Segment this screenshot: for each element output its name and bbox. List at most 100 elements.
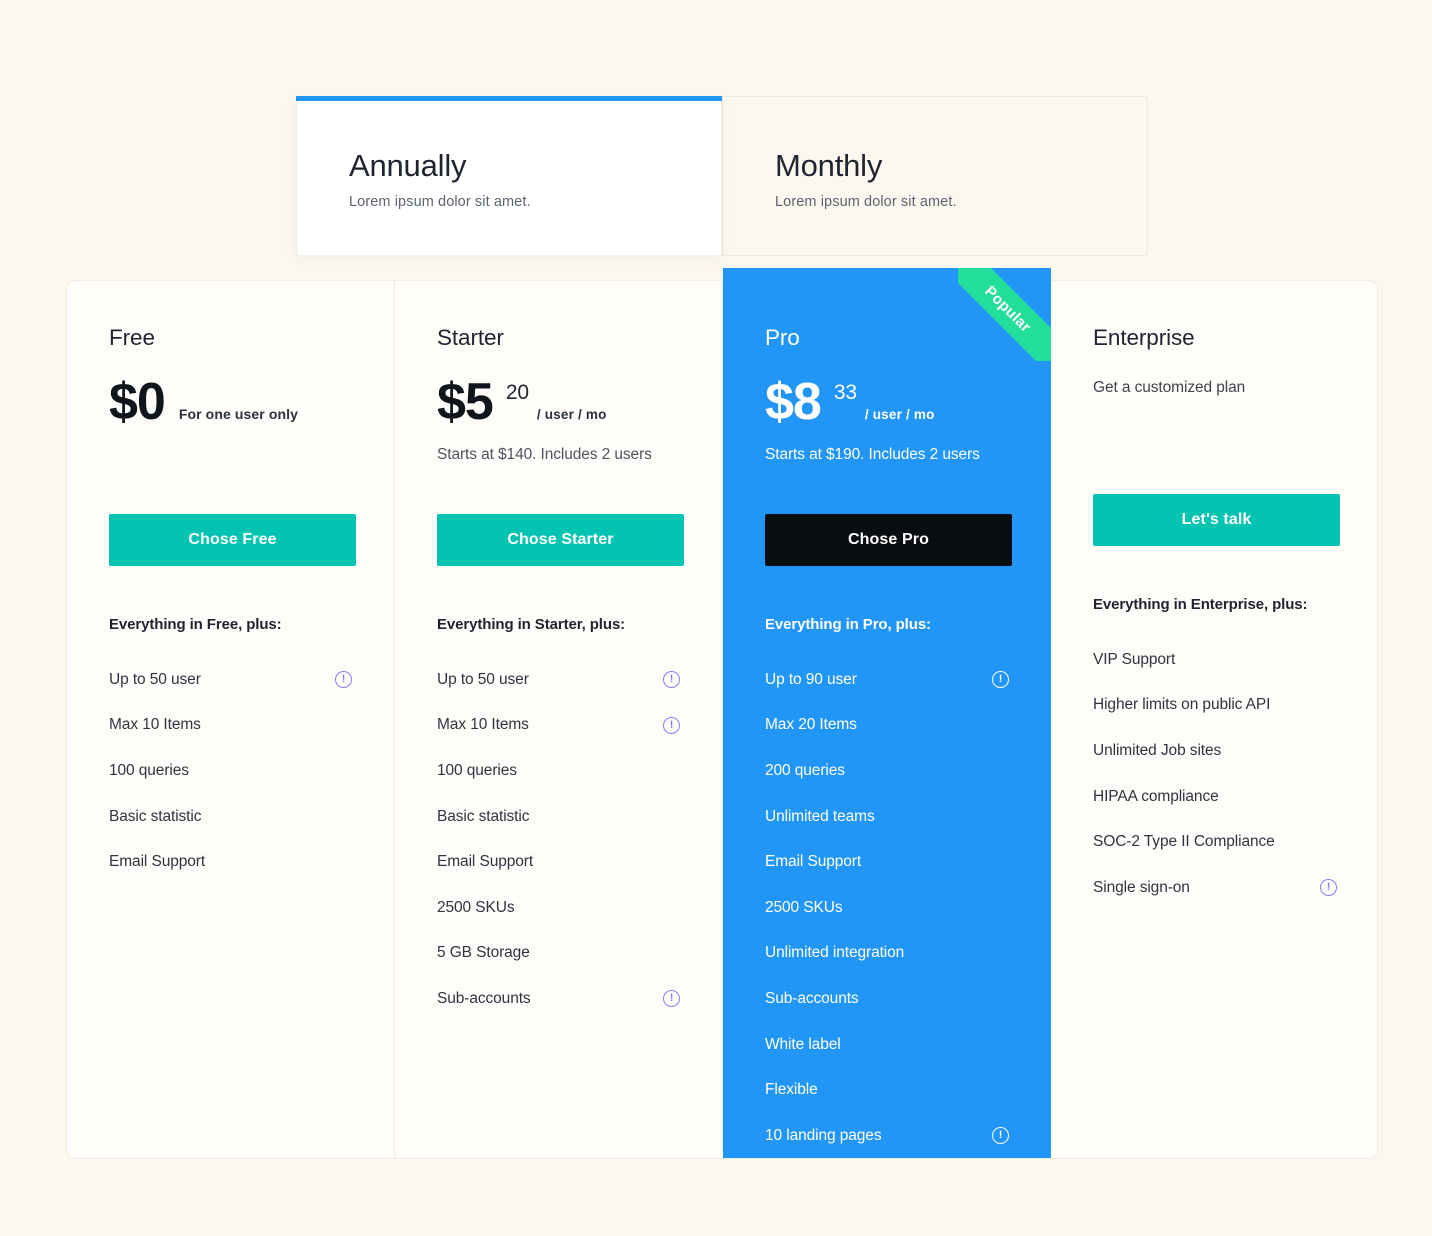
- plan-price: $8 33 / user / mo: [765, 365, 1009, 427]
- feature-item: Unlimited Job sites: [1093, 728, 1337, 774]
- feature-label: 2500 SKUs: [765, 898, 843, 916]
- price-amount: $0: [109, 372, 166, 431]
- feature-label: Sub-accounts: [765, 989, 859, 1007]
- feature-label: SOC-2 Type II Compliance: [1093, 833, 1275, 851]
- feature-list: Up to 90 user ! Max 20 Items 200 queries…: [765, 657, 1009, 1159]
- price-note: For one user only: [178, 406, 299, 422]
- feature-item: Max 10 Items: [109, 703, 352, 749]
- billing-period-tabs: Annually Lorem ipsum dolor sit amet. Mon…: [296, 96, 1148, 256]
- feature-label: Email Support: [437, 853, 534, 871]
- feature-label: 2500 SKUs: [437, 898, 515, 916]
- feature-label: HIPAA compliance: [1093, 787, 1219, 805]
- feature-item: Email Support: [109, 839, 352, 885]
- feature-label: 100 queries: [437, 761, 517, 779]
- feature-item: Max 10 Items !: [437, 703, 680, 749]
- feature-item: Up to 50 user !: [109, 657, 352, 703]
- feature-list: Up to 50 user ! Max 10 Items 100 queries…: [109, 657, 352, 885]
- tab-monthly-title: Monthly: [775, 148, 883, 183]
- plan-card-free: Free $0 For one user only Chose Free Eve…: [67, 281, 395, 1158]
- pricing-page: Annually Lorem ipsum dolor sit amet. Mon…: [0, 0, 1432, 1236]
- feature-item: 10 landing pages !: [765, 1113, 1009, 1159]
- feature-label: VIP Support: [1093, 650, 1176, 668]
- feature-item: Flexible: [765, 1067, 1009, 1113]
- price-unit: / user / mo: [536, 407, 607, 422]
- price-unit: / user / mo: [864, 407, 935, 422]
- feature-item: 2500 SKUs: [765, 885, 1009, 931]
- feature-item: Email Support: [765, 839, 1009, 885]
- feature-label: Single sign-on: [1093, 878, 1190, 896]
- feature-item: Max 20 Items: [765, 703, 1009, 749]
- plan-name: Free: [109, 325, 155, 350]
- feature-label: Up to 50 user: [437, 670, 529, 688]
- feature-item: White label: [765, 1022, 1009, 1068]
- feature-label: White label: [765, 1035, 841, 1053]
- feature-item: 2500 SKUs: [437, 885, 680, 931]
- plan-sub-note: Starts at $190. Includes 2 users: [765, 446, 980, 463]
- feature-label: Email Support: [109, 853, 206, 871]
- feature-item: HIPAA compliance: [1093, 774, 1337, 820]
- info-icon[interactable]: !: [663, 990, 680, 1008]
- choose-plan-button-free[interactable]: Chose Free: [109, 514, 356, 566]
- feature-item: Email Support: [437, 839, 680, 885]
- feature-item: Basic statistic: [437, 794, 680, 840]
- plan-sub-note: [109, 446, 352, 467]
- feature-item: Higher limits on public API: [1093, 683, 1337, 729]
- price-cents: 33: [833, 381, 857, 404]
- feature-label: Basic statistic: [109, 807, 202, 825]
- tab-monthly-subtitle: Lorem ipsum dolor sit amet.: [775, 194, 957, 211]
- tab-annually-title: Annually: [349, 148, 467, 183]
- feature-item: Basic statistic: [109, 794, 352, 840]
- plan-card-enterprise: Enterprise Get a customized plan Let's t…: [1051, 281, 1379, 1158]
- price-amount: $8: [765, 372, 822, 431]
- info-icon[interactable]: !: [992, 671, 1009, 689]
- feature-label: Unlimited integration: [765, 944, 905, 962]
- feature-item: 5 GB Storage: [437, 931, 680, 977]
- info-icon[interactable]: !: [663, 671, 680, 689]
- feature-label: 200 queries: [765, 761, 845, 779]
- choose-plan-button-pro[interactable]: Chose Pro: [765, 514, 1012, 566]
- feature-label: Up to 90 user: [765, 670, 857, 688]
- feature-item: Single sign-on !: [1093, 865, 1337, 911]
- feature-label: Email Support: [765, 853, 862, 871]
- feature-label: Flexible: [765, 1081, 818, 1099]
- plan-price: $0 For one user only: [109, 365, 352, 427]
- feature-label: Up to 50 user: [109, 670, 201, 688]
- feature-label: Basic statistic: [437, 807, 530, 825]
- choose-plan-button-enterprise[interactable]: Let's talk: [1093, 494, 1340, 546]
- price-amount: $5: [437, 372, 494, 431]
- feature-item: 100 queries: [437, 748, 680, 794]
- choose-plan-button-starter[interactable]: Chose Starter: [437, 514, 684, 566]
- plan-price: $5 20 / user / mo: [437, 365, 680, 427]
- feature-item: Up to 50 user !: [437, 657, 680, 703]
- feature-item: VIP Support: [1093, 637, 1337, 683]
- feature-item: Unlimited integration: [765, 931, 1009, 977]
- info-icon[interactable]: !: [1320, 879, 1337, 897]
- feature-item: Sub-accounts !: [437, 976, 680, 1022]
- info-icon[interactable]: !: [335, 671, 352, 689]
- plan-name: Enterprise: [1093, 325, 1195, 350]
- feature-label: Higher limits on public API: [1093, 696, 1271, 714]
- feature-list-heading: Everything in Starter, plus:: [437, 616, 626, 633]
- feature-label: Max 20 Items: [765, 716, 857, 734]
- pricing-plans: Free $0 For one user only Chose Free Eve…: [66, 268, 1379, 1159]
- feature-label: Unlimited teams: [765, 807, 875, 825]
- feature-label: Unlimited Job sites: [1093, 741, 1222, 759]
- feature-item: 100 queries: [109, 748, 352, 794]
- feature-label: Max 10 Items: [437, 716, 529, 734]
- plan-card-starter: Starter $5 20 / user / mo Starts at $140…: [395, 281, 723, 1158]
- feature-item: 200 queries: [765, 748, 1009, 794]
- feature-list-heading: Everything in Free, plus:: [109, 616, 282, 633]
- feature-label: Sub-accounts: [437, 989, 531, 1007]
- plan-description: Get a customized plan: [1093, 379, 1246, 396]
- info-icon[interactable]: !: [992, 1127, 1009, 1145]
- feature-list: VIP Support Higher limits on public API …: [1093, 637, 1337, 911]
- tab-annually-subtitle: Lorem ipsum dolor sit amet.: [349, 194, 531, 211]
- tab-monthly[interactable]: Monthly Lorem ipsum dolor sit amet.: [722, 96, 1148, 256]
- feature-label: 5 GB Storage: [437, 944, 530, 962]
- info-icon[interactable]: !: [663, 716, 680, 734]
- price-cents: 20: [505, 381, 529, 404]
- plan-name: Pro: [765, 325, 800, 350]
- tab-annually[interactable]: Annually Lorem ipsum dolor sit amet.: [296, 96, 722, 256]
- feature-item: Unlimited teams: [765, 794, 1009, 840]
- feature-item: SOC-2 Type II Compliance: [1093, 819, 1337, 865]
